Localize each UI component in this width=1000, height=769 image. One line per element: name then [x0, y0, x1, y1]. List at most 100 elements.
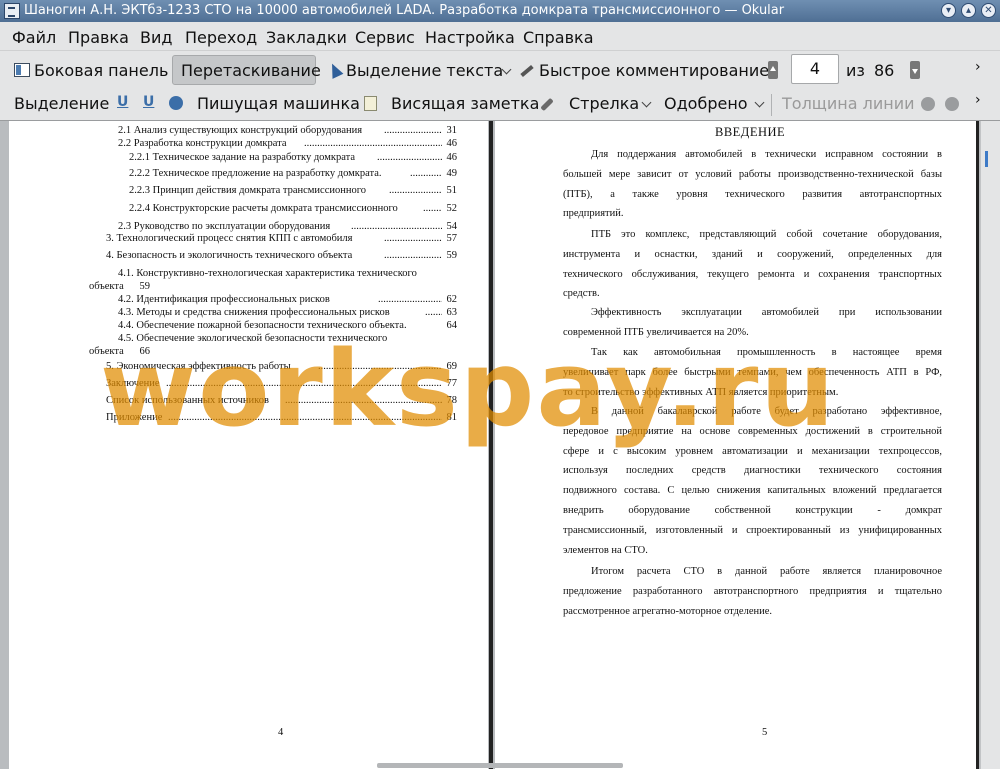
intro-heading: ВВЕДЕНИЕ	[715, 125, 786, 139]
highlight-icon[interactable]	[169, 96, 183, 110]
toc-page: 69	[446, 361, 458, 372]
paragraph-line: передовое предприятие на основе современ…	[563, 425, 942, 437]
opacity-icon[interactable]	[945, 97, 959, 111]
toc-entry: 4.4. Обеспечение пожарной безопасности т…	[118, 320, 407, 331]
menu-bar: Файл Правка Вид Переход Закладки Сервис …	[0, 22, 1000, 50]
toc-leader: ........................................…	[377, 152, 442, 163]
toc-entry: 2.2 Разработка конструкции домкрата	[118, 138, 287, 149]
maximize-icon[interactable]: ▴	[961, 3, 976, 18]
sticky-note-icon	[364, 96, 377, 111]
sticky-note-button[interactable]: Висящая заметка	[391, 94, 539, 113]
vertical-scrollbar[interactable]	[980, 121, 1000, 769]
page-number-input[interactable]: 4	[791, 54, 839, 84]
paragraph-line: большей мере зависит от условий работы п…	[563, 168, 942, 180]
okular-app-icon[interactable]	[4, 3, 20, 19]
menu-go[interactable]: Переход	[185, 28, 257, 47]
paragraph-line: технического обслуживания, текущего ремо…	[563, 268, 942, 280]
menu-view[interactable]: Вид	[140, 28, 172, 47]
paragraph-line: сфере и с высоким уровнем автоматизации …	[563, 445, 942, 457]
annotation-toolbar: Выделение U U Пишущая машинка Висящая за…	[0, 88, 1000, 121]
stamp-dropdown-icon[interactable]	[754, 97, 765, 108]
toc-page: 66	[139, 346, 151, 357]
text-select-button[interactable]: Выделение текста	[346, 61, 503, 80]
menu-settings[interactable]: Настройка	[425, 28, 515, 47]
toc-entry: 4.5. Обеспечение экологической безопасно…	[118, 333, 388, 344]
scrollbar-thumb[interactable]	[985, 151, 988, 167]
toc-page: 51	[446, 185, 458, 196]
toc-entry: 4.2. Идентификация профессиональных риск…	[118, 294, 330, 305]
underline-icon[interactable]: U	[117, 94, 128, 110]
paragraph-line: Так как автомобильная промышленность в н…	[591, 347, 942, 358]
toolbar-separator	[771, 94, 772, 116]
paragraph-line: ПТБ это комплекс, представляющий собой с…	[591, 229, 942, 240]
toc-leader: ........................................…	[318, 361, 442, 372]
toc-entry: 2.2.1 Техническое задание на разработку …	[129, 152, 355, 163]
sidebar-icon[interactable]	[14, 63, 30, 77]
stamp-button[interactable]: Одобрено	[664, 94, 748, 113]
toc-page: 78	[446, 395, 458, 406]
paragraph-line: В данной бакалаврской работе будет разра…	[591, 406, 942, 417]
toc-leader: ........................................…	[285, 395, 442, 406]
paragraph-line: используя последних средств диагностики …	[563, 465, 942, 477]
overflow-chevron-icon[interactable]: ›	[975, 59, 981, 75]
paragraph-line: внедрить оборудование собственной констр…	[563, 505, 942, 516]
toc-page: 54	[446, 221, 458, 232]
toc-page: 57	[446, 233, 458, 244]
toc-entry-continuation: объекта	[89, 346, 124, 357]
horizontal-scroll-indicator[interactable]	[377, 763, 623, 768]
toc-leader: ........................................	[384, 125, 442, 136]
paragraph-line: Для поддержания автомобилей в технически…	[591, 149, 942, 160]
paragraph-line: Эффективность эксплуатации автомобилей п…	[591, 307, 942, 318]
page-number-left: 4	[278, 727, 284, 738]
toc-entry: 5. Экономическая эффективность работы	[106, 361, 291, 372]
selection-tool-button[interactable]: Выделение	[14, 94, 109, 113]
quick-comment-button[interactable]: Быстрое комментирование	[539, 61, 769, 80]
close-icon[interactable]: ✕	[981, 3, 996, 18]
toc-entry: 2.3 Руководство по эксплуатации оборудов…	[118, 221, 331, 232]
toc-page: 46	[446, 138, 458, 149]
typewriter-button[interactable]: Пишущая машинка	[197, 94, 360, 113]
toc-leader: ........................................…	[304, 138, 442, 149]
toc-page: 63	[446, 307, 458, 318]
toc-page: 31	[446, 125, 458, 136]
menu-file[interactable]: Файл	[12, 28, 56, 47]
toc-entry: Приложение	[106, 412, 163, 423]
paragraph-line: увеличивает парк более быстрыми темпами,…	[563, 366, 942, 378]
paragraph-line: средств.	[563, 288, 600, 300]
line-width-button[interactable]: Толщина линии	[782, 94, 915, 113]
toc-entry: 3. Технологический процесс снятия КПП с …	[106, 233, 353, 244]
toc-entry: Заключение	[106, 378, 160, 389]
menu-edit[interactable]: Правка	[68, 28, 129, 47]
color-icon[interactable]	[921, 97, 935, 111]
toc-page: 64	[446, 320, 458, 331]
page-down-icon[interactable]	[910, 61, 920, 79]
page-of-label: из	[846, 61, 865, 80]
double-underline-icon[interactable]: U	[143, 94, 154, 110]
page-right-edge	[976, 121, 979, 769]
menu-tools[interactable]: Сервис	[355, 28, 415, 47]
overflow-chevron-icon-2[interactable]: ›	[975, 92, 981, 108]
paragraph-line: подвижного состава. С целью снижения кап…	[563, 485, 942, 497]
menu-help[interactable]: Справка	[523, 28, 594, 47]
sidebar-toggle-button[interactable]: Боковая панель	[34, 61, 168, 80]
toc-leader: ........................................…	[168, 412, 442, 423]
minimize-icon[interactable]: ▾	[941, 3, 956, 18]
toc-leader: ........................................	[384, 233, 442, 244]
toc-leader: ........................................	[384, 250, 442, 261]
arrow-dropdown-icon[interactable]	[641, 97, 652, 108]
page-total-label: 86	[874, 61, 895, 80]
toc-leader: ........................................…	[378, 294, 442, 305]
toc-leader: ........................................…	[351, 221, 442, 232]
toc-entry-continuation: объекта	[89, 281, 124, 292]
paragraph-line: современной ПТБ увеличивается на 20%.	[563, 326, 749, 338]
toc-leader: ........................................…	[166, 378, 442, 389]
drag-mode-label: Перетаскивание	[181, 61, 321, 80]
menu-bookmarks[interactable]: Закладки	[266, 28, 347, 47]
arrow-tool-button[interactable]: Стрелка	[569, 94, 639, 113]
window-title: Шаногин А.Н. ЭКТбз-1233 СТО на 10000 авт…	[24, 3, 785, 18]
page-up-icon[interactable]	[768, 61, 778, 79]
paragraph-line: то строительство эффективных АТП являетс…	[563, 386, 839, 398]
text-cursor-icon	[326, 61, 344, 79]
toc-page: 62	[446, 294, 458, 305]
toc-page: 52	[446, 203, 458, 214]
